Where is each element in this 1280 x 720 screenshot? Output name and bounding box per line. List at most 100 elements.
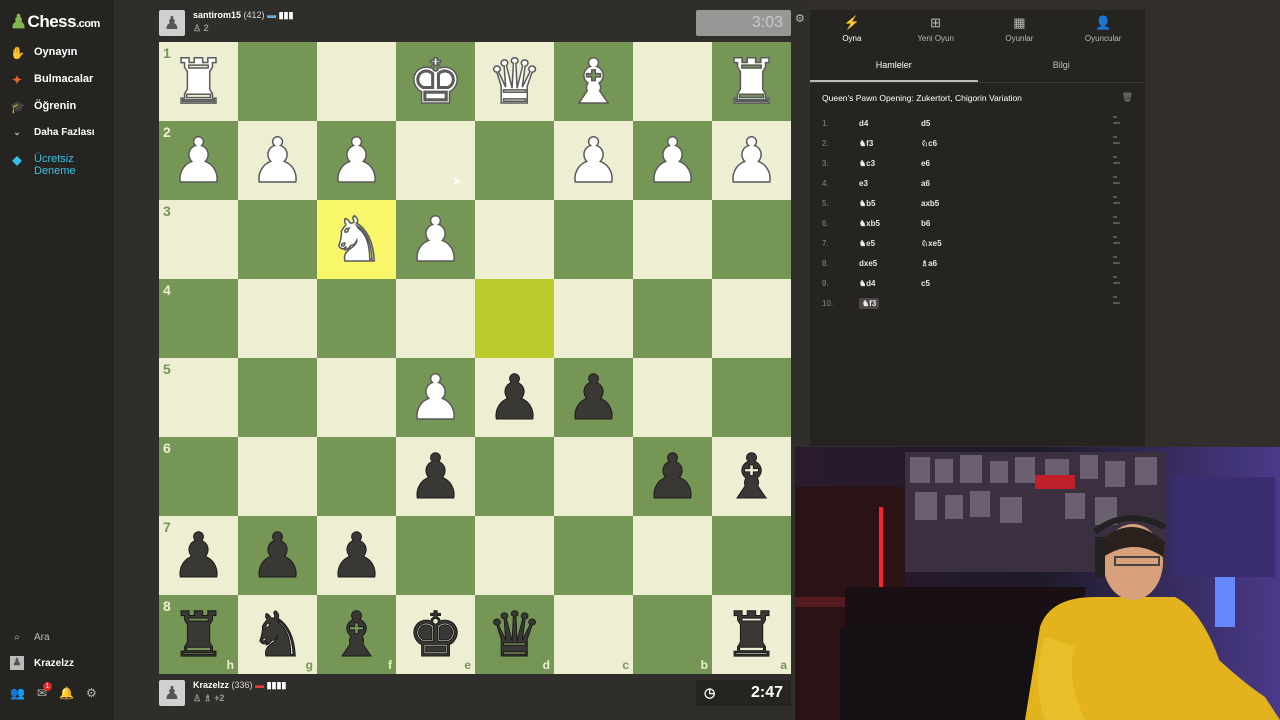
board-square[interactable]: 1 ♜ [159, 42, 238, 121]
nav-item-puzzles[interactable]: ✦ Bulmacalar [10, 73, 93, 87]
board-square[interactable] [396, 516, 475, 595]
board-square[interactable]: g ♞ [238, 595, 317, 674]
black-move[interactable]: ♗a6 [921, 259, 981, 268]
black-pawn-icon[interactable]: ♟ [249, 525, 306, 588]
board-square[interactable] [396, 279, 475, 358]
white-pawn-icon[interactable]: ♟ [644, 129, 701, 193]
board-square[interactable]: ♞ [317, 200, 396, 279]
black-move[interactable]: axb5 [921, 199, 981, 208]
board-square[interactable]: ♝ [554, 42, 633, 121]
board-square[interactable] [712, 279, 791, 358]
board-square[interactable] [317, 42, 396, 121]
nav-item-learn[interactable]: 🎓 Öğrenin [10, 100, 76, 114]
board-square[interactable]: ♟ [396, 437, 475, 516]
white-move[interactable]: ♞c3 [859, 159, 921, 168]
board-square[interactable]: ♟ [396, 358, 475, 437]
nav-item-free-trial[interactable]: ◆ Ücretsiz Deneme [10, 153, 100, 177]
white-pawn-icon[interactable]: ♟ [249, 129, 306, 193]
board-square[interactable] [554, 437, 633, 516]
white-king-icon[interactable]: ♚ [407, 50, 464, 114]
white-move[interactable]: ♞d4 [859, 279, 921, 288]
board-square[interactable]: ♟ [475, 358, 554, 437]
nav-user[interactable]: ♟ Krazelzz [10, 656, 74, 670]
board-square[interactable] [633, 42, 712, 121]
bottom-player-avatar[interactable]: ♟ [159, 680, 185, 706]
white-pawn-icon[interactable]: ♟ [328, 129, 385, 193]
board-square[interactable] [317, 358, 396, 437]
board-square[interactable] [475, 121, 554, 200]
board-square[interactable]: a ♜ [712, 595, 791, 674]
board-square[interactable]: ♜ [712, 42, 791, 121]
black-rook-icon[interactable]: ♜ [170, 604, 227, 667]
board-square[interactable] [633, 358, 712, 437]
tab-players[interactable]: 👤 Oyuncular [1061, 10, 1145, 48]
tab-new-game[interactable]: ⊞ Yeni Oyun [894, 10, 978, 48]
black-move[interactable]: ♘c6 [921, 139, 981, 148]
white-move[interactable]: ♞xb5 [859, 219, 921, 228]
board-square[interactable] [554, 200, 633, 279]
white-move[interactable]: ♞e5 [859, 239, 921, 248]
white-pawn-icon[interactable]: ♟ [565, 129, 622, 193]
white-pawn-icon[interactable]: ♟ [723, 129, 780, 193]
white-queen-icon[interactable]: ♛ [486, 50, 543, 114]
bottom-player-name[interactable]: Krazelzz [193, 680, 229, 690]
board-square[interactable]: ♟ [554, 121, 633, 200]
black-move[interactable]: a6 [921, 179, 981, 188]
board-square[interactable]: ♟ [712, 121, 791, 200]
board-square[interactable] [238, 358, 317, 437]
board-square[interactable] [633, 516, 712, 595]
black-knight-icon[interactable]: ♞ [249, 604, 306, 667]
black-move[interactable]: c5 [921, 279, 981, 288]
board-square[interactable] [475, 279, 554, 358]
board-square[interactable] [238, 42, 317, 121]
board-square[interactable]: 2 ♟ [159, 121, 238, 200]
board-square[interactable]: c [554, 595, 633, 674]
board-square[interactable]: e ♚ [396, 595, 475, 674]
black-bishop-icon[interactable]: ♝ [328, 604, 385, 667]
board-square[interactable]: ♟ [238, 121, 317, 200]
opening-name[interactable]: Queen's Pawn Opening: Zukertort, Chigori… [822, 93, 1022, 103]
friends-icon[interactable]: 👥 [10, 686, 25, 700]
black-pawn-icon[interactable]: ♟ [407, 446, 464, 509]
top-player-avatar[interactable]: ♟ [159, 10, 185, 36]
black-pawn-icon[interactable]: ♟ [565, 367, 622, 430]
chess-board[interactable]: 1 ♜ ♚ ♛ ♝ ♜ 2 ♟ ♟ ♟ ♟ ♟ ♟ 3 ♞ ♟ 4 5 ♟ ♟ ♟ 6 ♟ ♟ ♝ 7 ♟ ♟ ♟ 8 h ♜ g ♞ f ♝ e ♚ d ♛… [159, 42, 791, 674]
black-pawn-icon[interactable]: ♟ [170, 525, 227, 588]
nav-item-more[interactable]: ⌄ Daha Fazlası [10, 127, 94, 138]
black-move[interactable]: b6 [921, 219, 981, 228]
board-square[interactable]: ♟ [238, 516, 317, 595]
board-square[interactable] [317, 437, 396, 516]
board-square[interactable]: ♟ [554, 358, 633, 437]
board-square[interactable]: ♟ [317, 121, 396, 200]
board-square[interactable]: ♛ [475, 42, 554, 121]
board-square[interactable] [475, 437, 554, 516]
board-square[interactable] [396, 121, 475, 200]
board-square[interactable] [554, 516, 633, 595]
black-pawn-icon[interactable]: ♟ [328, 525, 385, 588]
white-knight-icon[interactable]: ♞ [328, 208, 385, 272]
board-square[interactable] [554, 279, 633, 358]
nav-search[interactable]: ⌕ Ara [10, 632, 49, 643]
board-square[interactable]: f ♝ [317, 595, 396, 674]
white-move[interactable]: ♞f3 [859, 297, 921, 309]
white-bishop-icon[interactable]: ♝ [565, 50, 622, 114]
board-square[interactable]: ♟ [633, 121, 712, 200]
board-square[interactable]: ♟ [396, 200, 475, 279]
white-rook-icon[interactable]: ♜ [170, 50, 227, 114]
board-square[interactable]: 5 [159, 358, 238, 437]
board-square[interactable]: ♟ [633, 437, 712, 516]
black-rook-icon[interactable]: ♜ [723, 604, 780, 667]
white-move[interactable]: d4 [859, 119, 921, 128]
black-move[interactable]: e6 [921, 159, 981, 168]
board-square[interactable]: 7 ♟ [159, 516, 238, 595]
white-move[interactable]: ♞f3 [859, 139, 921, 148]
black-pawn-icon[interactable]: ♟ [644, 446, 701, 509]
board-square[interactable] [238, 200, 317, 279]
board-square[interactable] [712, 200, 791, 279]
subtab-info[interactable]: Bilgi [978, 48, 1146, 82]
black-king-icon[interactable]: ♚ [407, 604, 464, 667]
board-square[interactable] [475, 200, 554, 279]
white-rook-icon[interactable]: ♜ [723, 50, 780, 114]
board-square[interactable] [238, 279, 317, 358]
board-square[interactable] [712, 358, 791, 437]
